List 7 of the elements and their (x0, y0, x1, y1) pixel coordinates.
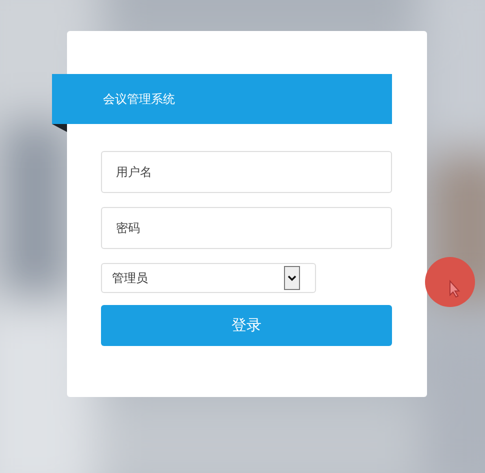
cursor-highlight-icon (425, 257, 475, 307)
password-field[interactable]: 密码 (101, 207, 392, 249)
system-title: 会议管理系统 (103, 90, 175, 108)
ribbon-fold-icon (52, 124, 67, 132)
role-select[interactable]: 管理员 (101, 263, 316, 293)
username-field[interactable]: 用户名 (101, 151, 392, 193)
chevron-down-icon (284, 266, 300, 290)
